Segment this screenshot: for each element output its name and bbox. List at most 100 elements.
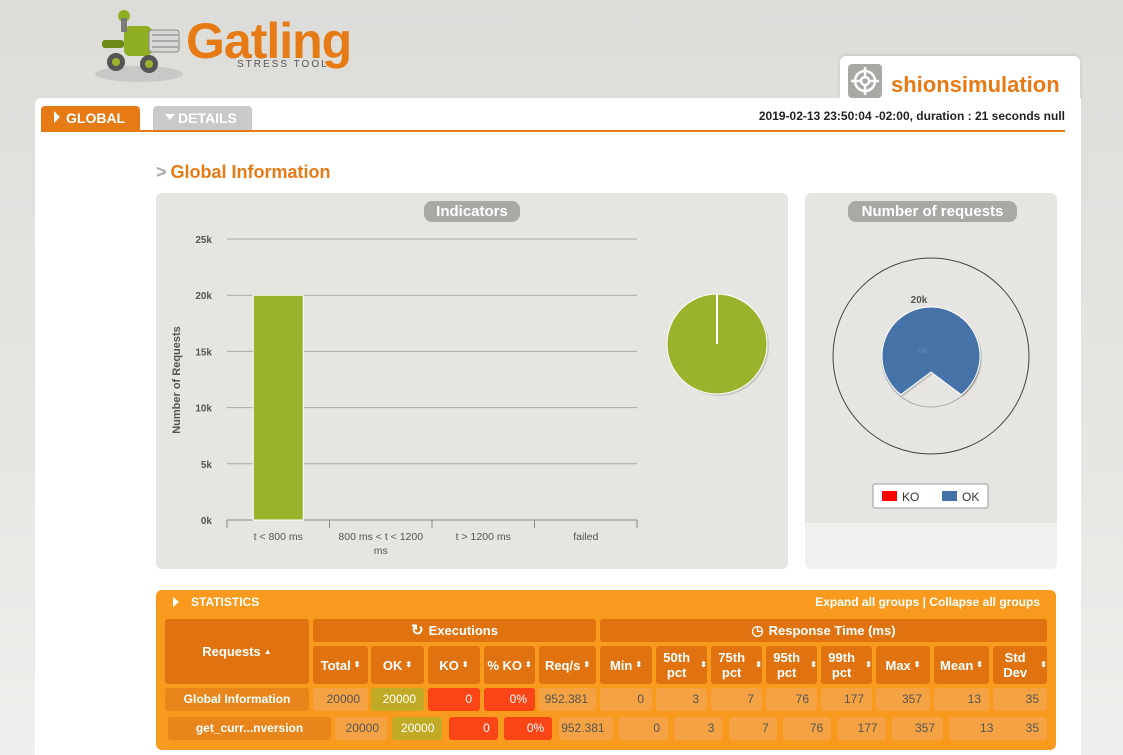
y-tick-label: 15k — [195, 347, 212, 358]
table-cell: 35 — [996, 717, 1047, 740]
tab-details-label: DETAILS — [178, 110, 237, 126]
legend-label: OK — [962, 490, 979, 504]
table-cell: 177 — [837, 717, 886, 740]
table-cell: 20000 — [335, 717, 387, 740]
table-cell: 0 — [448, 717, 498, 740]
response-time-header: ◷ Response Time (ms) — [600, 619, 1047, 642]
legend-label: KO — [902, 490, 919, 504]
tab-global[interactable]: GLOBAL — [41, 106, 140, 130]
executions-header-label: Executions — [428, 623, 498, 638]
sort-icon: ⬍ — [524, 660, 532, 669]
sort-icon: ⬍ — [583, 660, 591, 669]
number-of-requests-chart: 20k 0k KO OK — [832, 257, 1030, 509]
statistics-title: STATISTICS — [191, 595, 260, 609]
tab-global-label: GLOBAL — [66, 110, 126, 126]
column-header-label: % KO — [487, 657, 522, 673]
table-cell: 13 — [934, 688, 989, 711]
column-header[interactable]: 75th pct ⬍ — [711, 646, 762, 684]
slice-label-ko: 0k — [918, 345, 929, 355]
column-header[interactable]: % KO ⬍ — [484, 646, 535, 684]
table-cell: 20000 — [392, 717, 443, 740]
column-header[interactable]: KO ⬍ — [428, 646, 480, 684]
column-header-label: 95th pct — [773, 650, 801, 680]
statistics-panel: STATISTICS Expand all groups | Collapse … — [156, 590, 1056, 750]
table-cell: 3 — [656, 688, 707, 711]
caret-down-icon — [165, 114, 175, 120]
slice-label-ok: 20k — [911, 295, 928, 306]
x-tick-label-line: 800 ms < t < 1200 — [338, 531, 423, 543]
x-tick-label: failed — [573, 531, 598, 543]
table-cell: 20000 — [371, 688, 424, 711]
sort-icon: ⬍ — [755, 660, 762, 669]
table-cell: 35 — [993, 688, 1047, 711]
bar — [252, 294, 304, 521]
response-time-header-label: Response Time (ms) — [768, 623, 896, 638]
table-cell: 76 — [783, 717, 832, 740]
indicators-panel: Indicators 0k 5k 10k 15k 20k 25k t < 800 ms 800… — [156, 193, 788, 569]
x-tick-label: 800 ms < t < 1200 ms — [338, 531, 423, 557]
column-header[interactable]: Total ⬍ — [313, 646, 368, 684]
sort-icon: ⬍ — [461, 660, 469, 669]
sort-icon: ⬍ — [810, 660, 817, 669]
sort-icon: ⬍ — [976, 660, 983, 669]
main-container: GLOBAL DETAILS 2019-02-13 23:50:04 -02:0… — [35, 98, 1081, 755]
y-tick-label: 0k — [201, 516, 213, 527]
table-cell: 357 — [876, 688, 930, 711]
column-header[interactable]: Std Dev ⬍ — [993, 646, 1047, 684]
request-name[interactable]: get_curr...nversion — [168, 717, 331, 740]
panel-footer — [805, 523, 1057, 569]
simulation-name: shionsimulation — [891, 72, 1060, 97]
table-cell: 3 — [674, 717, 723, 740]
target-icon — [848, 64, 882, 98]
group-links: Expand all groups | Collapse all groups — [815, 595, 1040, 609]
tab-divider — [41, 130, 1065, 132]
caret-right-icon — [54, 111, 60, 123]
request-name[interactable]: Global Information — [165, 688, 309, 711]
number-of-requests-panel: Number of requests 20k 0k KO OK — [805, 193, 1057, 569]
collapse-all-groups-link[interactable]: Collapse all groups — [929, 595, 1040, 609]
simulation-tab: shionsimulation — [840, 56, 1080, 102]
table-cell: 7 — [728, 717, 777, 740]
column-header-label: Max — [885, 657, 911, 673]
sort-icon: ⬍ — [913, 660, 921, 669]
legend-swatch — [942, 491, 957, 501]
column-header-label: OK — [382, 657, 403, 673]
column-header-label: 75th pct — [718, 650, 746, 680]
y-axis-label: Number of Requests — [171, 326, 183, 434]
statistics-header: STATISTICS Expand all groups | Collapse … — [156, 590, 1056, 614]
expand-all-groups-link[interactable]: Expand all groups — [815, 595, 919, 609]
column-header-label: Req/s — [544, 657, 581, 673]
table-cell: 0% — [504, 717, 553, 740]
column-header[interactable]: 95th pct ⬍ — [766, 646, 817, 684]
column-header[interactable]: OK ⬍ — [371, 646, 424, 684]
table-cell: 76 — [766, 688, 817, 711]
table-cell: 952.381 — [539, 688, 596, 711]
sort-icon: ⬍ — [865, 660, 872, 669]
requests-header-label: Requests — [202, 644, 261, 659]
tab-details[interactable]: DETAILS — [153, 106, 252, 130]
column-header[interactable]: 50th pct ⬍ — [656, 646, 707, 684]
title-prefix: > — [156, 162, 167, 182]
column-header-label: 50th pct — [663, 650, 691, 680]
expand-arrow-icon[interactable] — [173, 597, 179, 607]
requests-header[interactable]: Requests ▲ — [165, 619, 309, 684]
sort-asc-icon: ▲ — [263, 646, 272, 656]
column-header[interactable]: 99th pct ⬍ — [821, 646, 872, 684]
sort-icon: ⬍ — [635, 660, 643, 669]
column-header-label: Mean — [940, 657, 974, 673]
column-header[interactable]: Min ⬍ — [600, 646, 652, 684]
table-cell: 0% — [484, 688, 535, 711]
column-header[interactable]: Mean ⬍ — [934, 646, 989, 684]
table-cell: 0 — [600, 688, 652, 711]
table-cell: 0 — [619, 717, 668, 740]
clock-icon: ◷ — [751, 622, 764, 638]
table-cell: 177 — [821, 688, 872, 711]
gatling-logo: Gatling STRESS TOOL — [94, 4, 384, 84]
column-header-label: 99th pct — [828, 650, 856, 680]
column-header[interactable]: Req/s ⬍ — [539, 646, 596, 684]
column-header[interactable]: Max ⬍ — [876, 646, 930, 684]
executions-header: ↻ Executions — [313, 619, 596, 642]
y-tick-label: 25k — [195, 235, 212, 246]
table-cell: 7 — [711, 688, 762, 711]
page-title: > Global Information — [156, 162, 331, 183]
